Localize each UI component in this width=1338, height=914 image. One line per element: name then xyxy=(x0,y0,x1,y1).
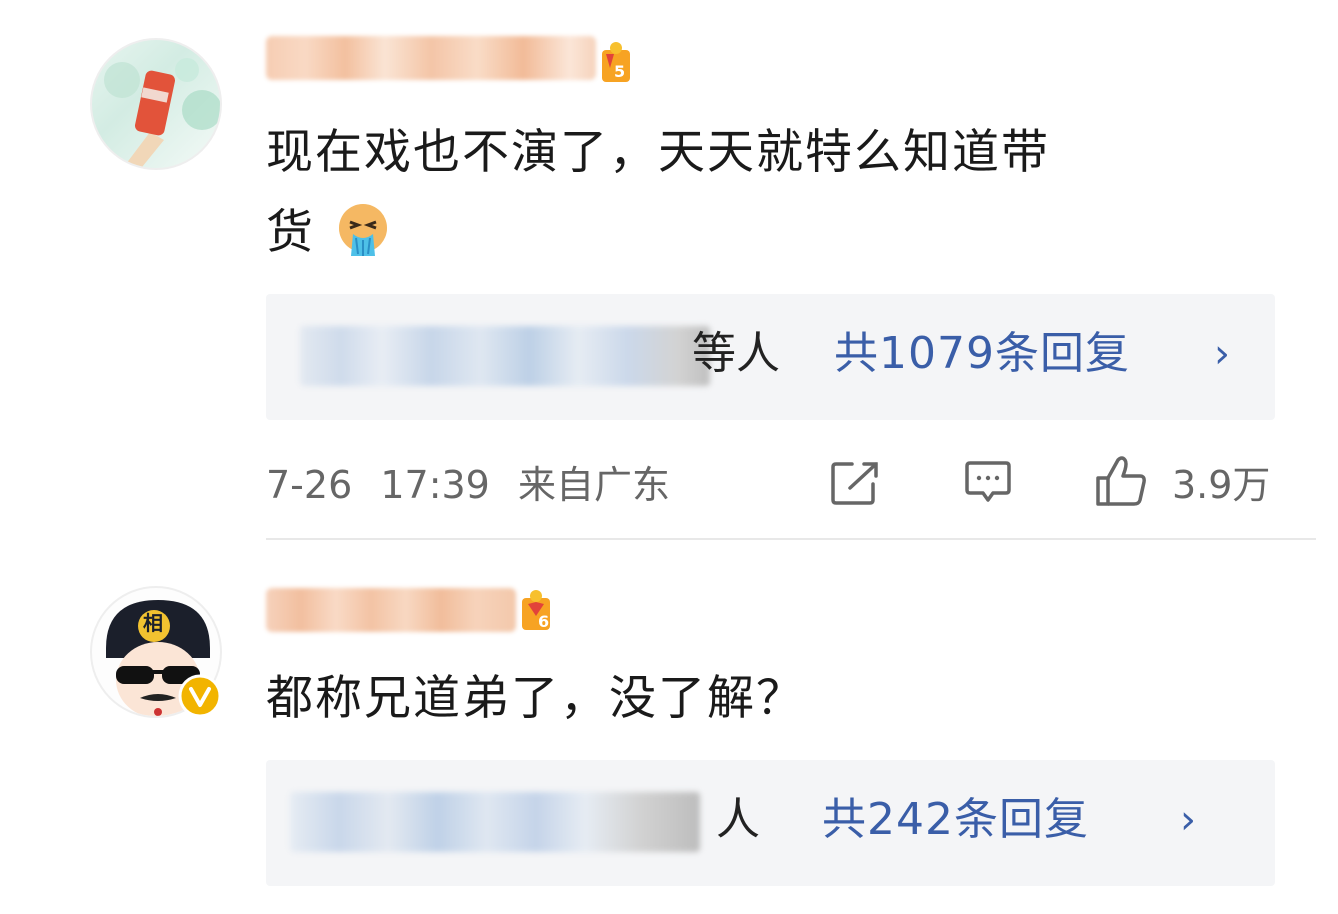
chevron-right-icon[interactable]: › xyxy=(1180,788,1196,852)
comment-item: 相 6 都称兄道弟了，没了解？ 人 共242条回复 › xyxy=(0,0,1338,914)
username-blurred[interactable] xyxy=(266,588,516,632)
comment-text: 都称兄道弟了，没了解？ xyxy=(266,671,805,726)
reply-count-link[interactable]: 共242条回复 xyxy=(822,788,1089,852)
reply-usernames-blurred xyxy=(290,792,700,852)
reply-people-label: 人 xyxy=(716,794,760,845)
verified-badge-icon xyxy=(178,674,222,718)
avatar-hat-label: 相 xyxy=(143,611,163,635)
reply-preview-box[interactable]: 人 共242条回复 › xyxy=(266,760,1275,886)
level-number: 6 xyxy=(538,612,550,631)
